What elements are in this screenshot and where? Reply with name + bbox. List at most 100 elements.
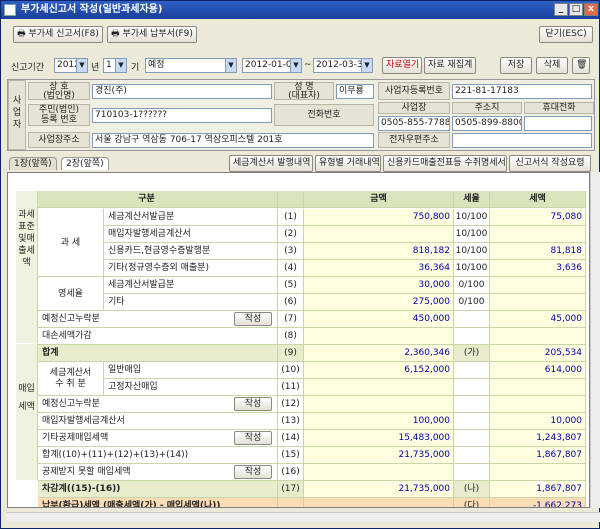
date-to[interactable]: 2012-03-31 ▼ (313, 58, 373, 73)
tax-cell[interactable]: 45,000 (490, 311, 586, 328)
row-number: (4) (278, 260, 304, 277)
printer-icon: 🖶 (17, 29, 29, 39)
bizno-field[interactable]: 221-81-17183 (452, 84, 592, 99)
amount-cell[interactable]: 450,000 (304, 311, 454, 328)
tax-cell[interactable] (490, 277, 586, 294)
write-button[interactable]: 작성 (234, 431, 272, 445)
row-label: 차감계((15)-(16)) (38, 481, 278, 498)
tab-page1[interactable]: 1장(앞쪽) (9, 157, 57, 170)
amount-cell[interactable] (304, 396, 454, 413)
office-phone-label: 사업장 (378, 102, 450, 114)
home-phone-field[interactable]: 0505-899-8800 (452, 116, 522, 131)
tax-cell[interactable]: 10,000 (490, 413, 586, 430)
amount-cell[interactable]: 21,735,000 (304, 447, 454, 464)
date-from[interactable]: 2012-01-01 ▼ (242, 58, 302, 73)
tax-cell[interactable]: 205,534 (490, 345, 586, 362)
tax-cell[interactable] (490, 226, 586, 243)
close-icon[interactable]: x (584, 3, 598, 16)
term-select[interactable]: 1 ▼ (103, 58, 127, 73)
row-number: (6) (278, 294, 304, 311)
resno-field[interactable]: 710103-1?????? (92, 108, 272, 123)
tax-cell[interactable] (490, 328, 586, 345)
amount-cell[interactable]: 750,800 (304, 209, 454, 226)
type-select[interactable]: 예정 ▼ (145, 58, 237, 73)
vertical-scrollbar[interactable] (590, 172, 600, 508)
row-label: 납부(환급)세액 (매출세액(가) - 매입세액(나)) (38, 498, 278, 507)
date-separator: ~ (304, 60, 312, 70)
title-bar: 부가세신고서 작성(일반과세자용) _ □ x (1, 1, 599, 19)
card-receipt-button[interactable]: 신용카드매출전표등 수취명세서 (383, 155, 507, 172)
guide-button[interactable]: 신고서식 작성요령 (509, 155, 591, 172)
delete-button[interactable]: 삭제 (536, 57, 568, 74)
year-select[interactable]: 2012 ▼ (54, 58, 88, 73)
email-label: 전자우편주소 (378, 132, 450, 148)
tax-cell[interactable]: 1,243,807 (490, 430, 586, 447)
header-tax: 세액 (490, 191, 586, 208)
vat-report-button[interactable]: 🖶 부가세 신고서(F8) (13, 26, 103, 43)
row-number: (10) (278, 362, 304, 379)
tax-invoice-list-button[interactable]: 세금계산서 발행내역 (229, 155, 313, 172)
close-button[interactable]: 닫기(ESC) (539, 26, 593, 43)
company-field[interactable]: 경진(주) (92, 84, 272, 99)
address-field[interactable]: 서울 강남구 역삼동 706-17 역삼오피스텔 201호 (92, 133, 374, 148)
tax-cell[interactable]: 1,867,807 (490, 447, 586, 464)
recollect-button[interactable]: 자료 재집계 (424, 57, 476, 74)
ceo-field[interactable]: 이무룡 (336, 84, 374, 99)
tax-cell[interactable]: 614,000 (490, 362, 586, 379)
tax-cell[interactable] (490, 379, 586, 396)
company-label: 상 호 (법인명) (28, 82, 90, 101)
mobile-field[interactable] (524, 116, 592, 131)
trade-type-button[interactable]: 유형별 거래내역 (315, 155, 381, 172)
amount-cell[interactable]: 100,000 (304, 413, 454, 430)
amount-cell[interactable] (304, 464, 454, 481)
amount-cell[interactable]: 36,364 (304, 260, 454, 277)
maximize-icon[interactable]: □ (569, 3, 583, 16)
rate-cell: (다) (454, 498, 490, 507)
main-window: 부가세신고서 작성(일반과세자용) _ □ x 🖶 부가세 신고서(F8) 🖶 … (0, 0, 600, 529)
load-data-button[interactable]: 자료열기 (382, 57, 422, 74)
rate-cell (454, 311, 490, 328)
row-number: (13) (278, 413, 304, 430)
tax-cell[interactable]: 3,636 (490, 260, 586, 277)
tax-cell[interactable] (490, 396, 586, 413)
horizontal-scrollbar[interactable] (7, 512, 600, 522)
email-field[interactable] (452, 133, 592, 148)
vat-payment-button[interactable]: 🖶 부가세 납부서(F9) (107, 26, 197, 43)
amount-cell[interactable]: 30,000 (304, 277, 454, 294)
tax-cell[interactable]: 1,867,807 (490, 481, 586, 498)
invoice-received-group-label: 세금계산서 수 취 분 (38, 362, 104, 396)
tax-cell[interactable]: 75,080 (490, 209, 586, 226)
tab-page2[interactable]: 2장(앞쪽) (61, 157, 109, 170)
office-phone-field[interactable]: 0505-855-7788 (378, 116, 450, 131)
amount-cell[interactable]: 2,360,346 (304, 345, 454, 362)
row-number: (8) (278, 328, 304, 345)
amount-cell[interactable]: 818,182 (304, 243, 454, 260)
tax-cell[interactable]: -1,662,273 (490, 498, 586, 507)
tax-cell[interactable]: 81,818 (490, 243, 586, 260)
amount-cell[interactable]: 6,152,000 (304, 362, 454, 379)
table-row: 납부(환급)세액 (매출세액(가) - 매입세액(나)) (다) -1,662,27… (8, 498, 589, 507)
save-button[interactable]: 저장 (500, 57, 532, 74)
amount-cell[interactable] (304, 379, 454, 396)
sales-side-label: 과세표준및매출세액 (16, 191, 38, 343)
amount-cell[interactable]: 275,000 (304, 294, 454, 311)
tax-cell[interactable] (490, 294, 586, 311)
trash-icon[interactable]: 🗑 (572, 57, 590, 74)
row-number: (9) (278, 345, 304, 362)
row-label: 대손세액가감 (38, 328, 278, 345)
amount-cell[interactable] (304, 226, 454, 243)
table-row: 공제받지 못할 매입세액 작성 (16) (8, 464, 589, 481)
write-button[interactable]: 작성 (234, 465, 272, 479)
tax-cell[interactable] (490, 464, 586, 481)
amount-cell[interactable]: 15,483,000 (304, 430, 454, 447)
rate-cell: 10/100 (454, 209, 490, 226)
row-number: (5) (278, 277, 304, 294)
minimize-icon[interactable]: _ (554, 3, 568, 16)
amount-cell[interactable]: 21,735,000 (304, 481, 454, 498)
table-row: 합계((10)+(11)+(12)+(13)+(14)) (15) 21,735,0… (8, 447, 589, 464)
write-button[interactable]: 작성 (234, 397, 272, 411)
amount-cell[interactable] (304, 498, 454, 507)
rate-cell: 0/100 (454, 277, 490, 294)
write-button[interactable]: 작성 (234, 312, 272, 326)
amount-cell[interactable] (304, 328, 454, 345)
